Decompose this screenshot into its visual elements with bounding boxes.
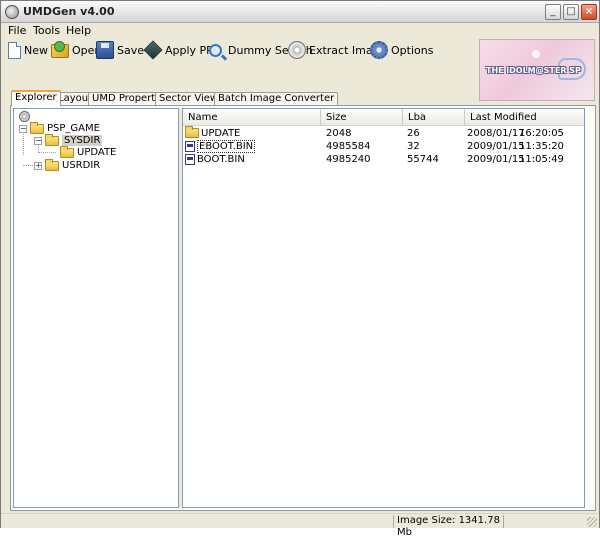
column-header-lba[interactable]: Lba [403,109,465,126]
save-label: Save [117,43,145,57]
lba-cell: 55744 [407,154,439,165]
size-cell: 2048 [326,128,352,139]
save-button[interactable]: Save [96,40,144,60]
menu-bar: File Tools Help [1,23,599,39]
game-banner-image: THE iDOLM@STER SP [479,39,595,101]
image-size-status: Image Size: 1341.78 Mb [393,515,503,538]
apply-ppf-button[interactable]: Apply PPF [143,40,219,60]
file-name: EBOOT.BIN [197,140,256,153]
magnifier-icon [209,43,222,57]
time-cell: 11:35:20 [519,141,564,152]
file-icon [185,153,195,165]
list-header: Name Size Lba Last Modified [183,109,584,126]
table-row[interactable]: UPDATE 2048 26 2008/01/17 16:20:05 [183,126,584,140]
table-row[interactable]: BOOT.BIN 4985240 55744 2009/01/15 11:05:… [183,153,584,166]
app-disc-icon [5,5,19,19]
lba-cell: 32 [407,141,420,152]
menu-tools[interactable]: Tools [33,24,60,37]
menu-help[interactable]: Help [66,24,91,37]
open-folder-icon [51,41,69,58]
sparkle-icon [532,50,540,58]
tab-batch-image-converter[interactable]: Batch Image Converter [214,92,339,105]
open-button[interactable]: Open [51,40,101,60]
column-header-size[interactable]: Size [321,109,403,126]
gear-icon [370,41,388,59]
file-icon [185,140,195,152]
new-file-icon [8,41,21,59]
collapse-icon[interactable]: − [19,124,27,133]
window-title: UMDGen v4.00 [23,5,115,18]
time-cell: 11:05:49 [519,154,564,165]
save-disk-icon [96,41,114,59]
folder-icon [45,133,59,146]
folder-icon [60,145,74,158]
patch-cube-icon [143,40,163,60]
tree-item-usrdir[interactable]: + USRDIR [34,158,101,172]
expand-icon[interactable]: + [34,161,42,170]
collapse-icon[interactable]: − [34,136,42,145]
tab-explorer[interactable]: Explorer [11,90,61,106]
folder-tree[interactable]: − PSP_GAME − SYSDIR UPDATE + USRDIR [13,108,179,508]
tree-label-usrdir: USRDIR [62,160,101,171]
size-cell: 4985240 [326,154,371,165]
date-cell: 2008/01/17 [467,128,525,139]
tree-item-update[interactable]: UPDATE [60,145,117,159]
folder-icon [185,126,199,138]
disc-icon [19,111,30,122]
lba-cell: 26 [407,128,420,139]
title-bar[interactable]: UMDGen v4.00 _ □ × [1,1,599,23]
close-button[interactable]: × [581,4,597,20]
time-cell: 16:20:05 [519,128,564,139]
table-row[interactable]: EBOOT.BIN 4985584 32 2009/01/15 11:35:20 [183,140,584,153]
menu-file[interactable]: File [8,24,26,37]
new-label: New [24,43,48,57]
resize-grip-icon[interactable] [587,517,597,527]
tree-label-sysdir: SYSDIR [62,135,103,146]
size-cell: 4985584 [326,141,371,152]
date-cell: 2009/01/15 [467,141,525,152]
name-cell: EBOOT.BIN [185,140,256,153]
status-pane-empty [503,515,587,528]
folder-icon [45,158,59,171]
app-window: UMDGen v4.00 _ □ × File Tools Help New O… [0,0,600,538]
file-name: BOOT.BIN [197,154,245,165]
name-cell: BOOT.BIN [185,153,245,166]
name-cell: UPDATE [185,126,241,140]
date-cell: 2009/01/15 [467,154,525,165]
toolbar: New Open Save Apply PPF Dummy Search Ext… [1,39,477,61]
file-list[interactable]: Name Size Lba Last Modified UPDATE 2048 … [182,108,585,508]
folder-icon [30,121,44,134]
minimize-button[interactable]: _ [545,4,561,20]
options-label: Options [391,43,434,57]
options-button[interactable]: Options [370,40,433,60]
column-header-last-modified[interactable]: Last Modified [465,109,584,126]
column-header-name[interactable]: Name [183,109,321,126]
new-button[interactable]: New [6,40,48,60]
status-bar: Image Size: 1341.78 Mb [1,513,599,538]
game-logo-text: THE iDOLM@STER SP [486,66,581,75]
disc-icon [288,41,306,59]
file-name: UPDATE [201,128,241,139]
maximize-button[interactable]: □ [563,4,579,20]
tree-label-update: UPDATE [77,147,117,158]
tree-label-psp-game: PSP_GAME [47,123,100,134]
